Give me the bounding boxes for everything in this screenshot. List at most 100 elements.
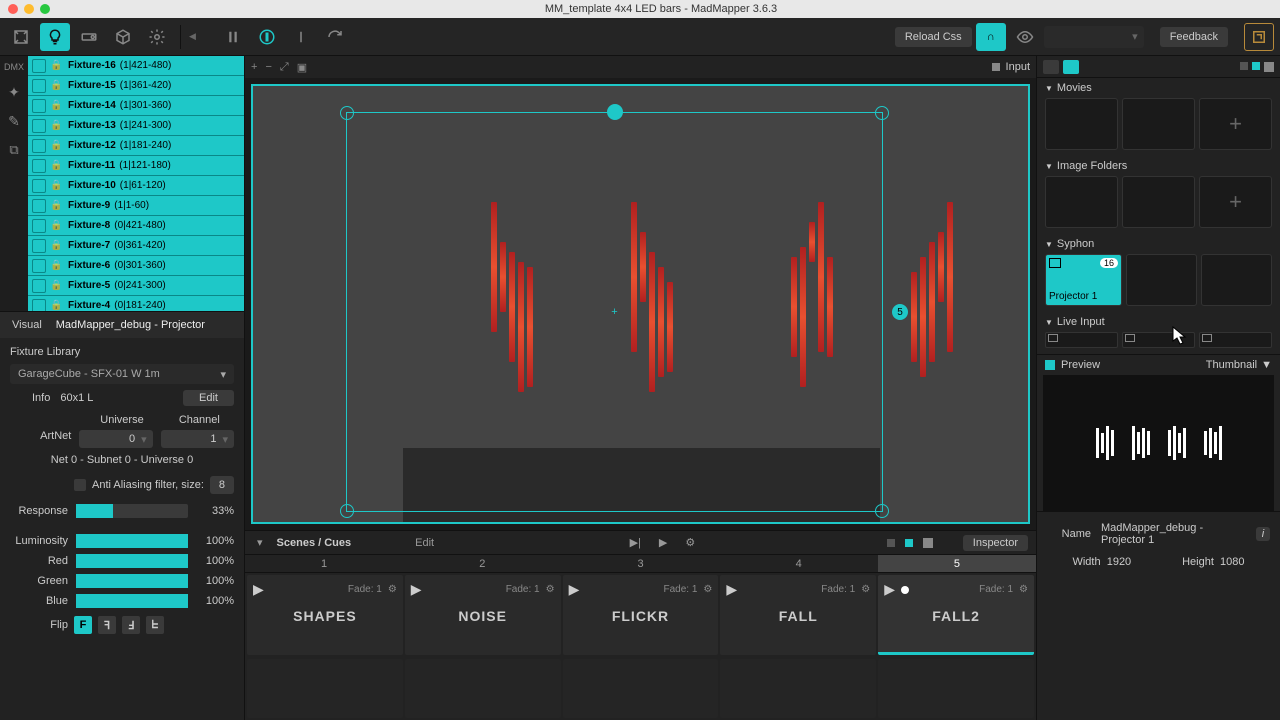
movie-slot[interactable] [1045,98,1118,150]
movies-header[interactable]: ▼Movies [1037,78,1280,98]
fixture-row[interactable]: 🔒Fixture-11(1|121-180) [28,156,244,176]
play-from-start-icon[interactable]: ▶| [626,536,645,549]
syphon-slot[interactable] [1201,254,1272,306]
fixture-row[interactable]: 🔒Fixture-10(1|61-120) [28,176,244,196]
scene-blank-row[interactable] [245,657,1036,720]
play-icon[interactable]: ▶ [655,536,671,549]
live-input-slot[interactable] [1045,332,1118,348]
add-movie-button[interactable]: + [1199,98,1272,150]
corner-handle[interactable] [340,504,354,518]
response-slider[interactable] [76,504,188,518]
movie-slot[interactable] [1122,98,1195,150]
size-large-icon[interactable] [923,538,933,548]
scene-card[interactable]: ▶Fade: 1⚙ SHAPES [247,575,403,655]
fixture-row[interactable]: 🔒Fixture-7(0|361-420) [28,236,244,256]
corner-handle[interactable] [875,504,889,518]
gear-tool-icon[interactable] [142,23,172,51]
fixture-row[interactable]: 🔒Fixture-14(1|301-360) [28,96,244,116]
imagefolders-header[interactable]: ▼Image Folders [1037,156,1280,176]
scene-card[interactable]: ▶Fade: 1⚙ FLICKR [563,575,719,655]
gear-icon[interactable]: ⚙ [388,584,397,595]
inspector-button[interactable]: Inspector [963,535,1028,551]
library-select[interactable]: GarageCube - SFX-01 W 1m▾ [10,364,234,384]
imagefolder-slot[interactable] [1045,176,1118,228]
feedback-button[interactable]: Feedback [1160,27,1228,47]
thumb-large-icon[interactable] [1264,62,1274,72]
lightbulb-tool-icon[interactable] [40,23,70,51]
add-icon[interactable]: + [251,61,257,74]
expand-icon[interactable]: ⤢ [280,61,289,74]
play-ring-icon[interactable] [252,23,282,51]
play-scene-icon[interactable]: ▶ [253,581,264,598]
toolbar-dropdown[interactable]: ▾ [1044,26,1144,48]
collapse-scenes-icon[interactable]: ▾ [253,536,267,549]
flip-v-button[interactable]: Ⅎ [122,616,140,634]
info-icon[interactable]: i [1256,527,1270,541]
syphon-slot[interactable] [1126,254,1197,306]
corner-handle[interactable] [875,106,889,120]
view-dot[interactable] [992,63,1000,71]
edit-scenes-button[interactable]: Edit [411,537,438,549]
flip-hv-button[interactable]: ᖶ [146,616,164,634]
output-window-icon[interactable] [1244,23,1274,51]
fixture-row[interactable]: 🔒Fixture-15(1|361-420) [28,76,244,96]
preview-canvas[interactable]: + 5 [251,84,1030,524]
blue-slider[interactable] [76,594,188,608]
crop-icon[interactable]: ▣ [297,61,307,74]
thumb-med-icon[interactable] [1252,62,1260,70]
projector-tool-icon[interactable] [74,23,104,51]
preview-mode-select[interactable]: Thumbnail▼ [1206,359,1272,371]
channel-input[interactable]: 1 ▾ [161,430,234,448]
universe-input[interactable]: 0 ▾ [79,430,152,448]
fixture-row[interactable]: 🔒Fixture-6(0|301-360) [28,256,244,276]
green-slider[interactable] [76,574,188,588]
edit-fixture-button[interactable]: Edit [183,390,234,406]
scene-card[interactable]: ▶Fade: 1⚙ NOISE [405,575,561,655]
fixture-row[interactable]: 🔒Fixture-13(1|241-300) [28,116,244,136]
minus-icon[interactable]: − [265,61,271,74]
reload-css-button[interactable]: Reload Css [895,27,972,47]
syphon-header[interactable]: ▼Syphon [1037,234,1280,254]
preview-checkbox[interactable] [1045,360,1055,370]
fixture-row[interactable]: 🔒Fixture-8(0|421-480) [28,216,244,236]
syphon-source[interactable]: 16 Projector 1 [1045,254,1122,306]
scene-card[interactable]: ▶Fade: 1⚙ FALL [720,575,876,655]
list-view-icon[interactable] [1043,60,1059,74]
aa-checkbox[interactable] [74,479,86,491]
traffic-lights[interactable] [8,4,50,14]
liveinput-header[interactable]: ▼Live Input [1037,312,1280,332]
copy-icon[interactable]: ⧉ [9,142,18,158]
luminosity-slider[interactable] [76,534,188,548]
n-button[interactable]: ∩ [976,23,1006,51]
scene-settings-icon[interactable]: ⚙ [681,536,699,549]
selection-rect[interactable]: + 5 [346,112,883,512]
size-small-icon[interactable] [887,539,895,547]
add-fixture-icon[interactable]: ✦ [8,84,20,101]
fixture-row[interactable]: 🔒Fixture-5(0|241-300) [28,276,244,296]
fixture-row[interactable]: 🔒Fixture-9(1|1-60) [28,196,244,216]
corner-handle[interactable] [340,106,354,120]
flip-h-button[interactable]: ꟻ [98,616,116,634]
modules-tool-icon[interactable] [108,23,138,51]
add-imagefolder-button[interactable]: + [1199,176,1272,228]
scene-card[interactable]: ▶Fade: 1⚙ FALL2 [878,575,1034,655]
imagefolder-slot[interactable] [1122,176,1195,228]
step-icon[interactable] [286,23,316,51]
eye-icon[interactable] [1010,23,1040,51]
aa-size-input[interactable]: 8 [210,476,234,494]
flip-none-button[interactable]: F [74,616,92,634]
live-input-slot[interactable] [1122,332,1195,348]
wand-icon[interactable]: ✎ [8,113,20,130]
surface-tool-icon[interactable] [6,23,36,51]
redo-icon[interactable] [320,23,350,51]
red-slider[interactable] [76,554,188,568]
chevron-left-icon[interactable]: ◀ [189,31,196,42]
fixture-list[interactable]: 🔒Fixture-16(1|421-480) 🔒Fixture-15(1|361… [28,56,244,311]
pause-icon[interactable] [218,23,248,51]
fixture-row[interactable]: 🔒Fixture-4(0|181-240) [28,296,244,311]
live-input-slot[interactable] [1199,332,1272,348]
rotate-handle[interactable] [607,104,623,120]
thumb-small-icon[interactable] [1240,62,1248,70]
size-med-icon[interactable] [905,539,913,547]
scene-bank-tabs[interactable]: 1 2 3 4 5 [245,555,1036,573]
